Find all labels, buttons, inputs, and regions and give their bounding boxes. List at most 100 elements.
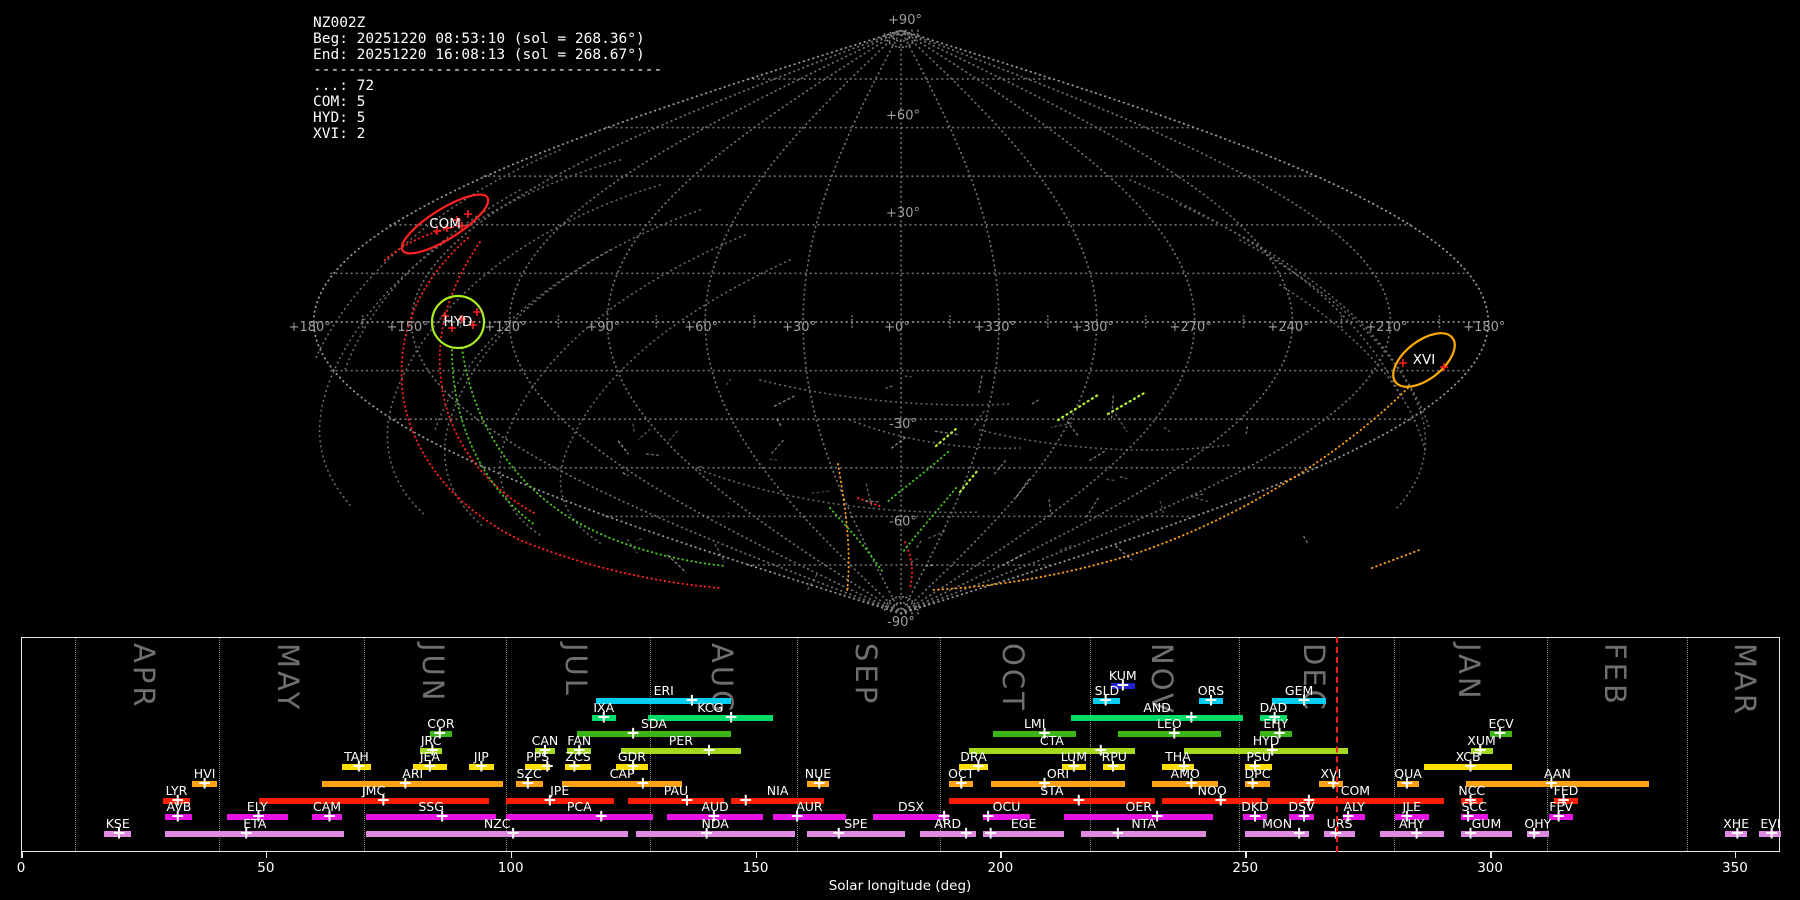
shower-label-ARD: ARD xyxy=(934,816,962,831)
month-label-oct: OCT xyxy=(996,643,1031,713)
shower-bar-PCA xyxy=(505,814,653,820)
shower-peak-ARI: + xyxy=(398,773,413,794)
x-axis-tick-label: 150 xyxy=(742,860,769,876)
month-label-may: MAY xyxy=(271,643,306,713)
month-boundary-line xyxy=(1238,638,1240,851)
shower-peak-SSG: + xyxy=(435,806,450,827)
shower-peak-TAH: + xyxy=(351,756,367,777)
shower-peak-PCA: + xyxy=(594,806,609,827)
shower-peak-AUR: + xyxy=(790,806,805,827)
shower-bar-NTA xyxy=(1081,831,1207,837)
shower-peak-RPU: + xyxy=(1105,756,1121,777)
shower-peak-GEM: + xyxy=(1296,690,1312,711)
shower-peak-XCB: + xyxy=(1463,756,1478,777)
shower-bar-ARI xyxy=(322,781,504,787)
shower-label-CTA: CTA xyxy=(1039,733,1064,748)
shower-peak-LEO: + xyxy=(1167,723,1182,744)
shower-peak-XVI: + xyxy=(1326,773,1341,794)
shower-label-MON: MON xyxy=(1262,816,1293,831)
month-label-jul: JUL xyxy=(559,643,594,698)
x-axis-tick-label: 200 xyxy=(987,860,1014,876)
shower-peak-STA: + xyxy=(1071,790,1086,811)
shower-peak-JPE: + xyxy=(542,790,557,811)
shower-bar-SPE xyxy=(806,831,905,837)
month-boundary-line xyxy=(363,638,365,851)
month-boundary-line xyxy=(1687,638,1689,851)
shower-bar-STA xyxy=(948,798,1155,804)
shower-peak-FEV: + xyxy=(1551,806,1566,827)
shower-peak-HVI: + xyxy=(197,773,212,794)
shower-label-AND: AND xyxy=(1143,700,1171,715)
x-axis-tick xyxy=(1245,852,1247,858)
x-axis-tick xyxy=(510,852,513,858)
shower-label-SDA: SDA xyxy=(640,716,667,731)
x-axis-tick-label: 300 xyxy=(1477,860,1503,876)
shower-peak-ETA: + xyxy=(239,823,254,844)
shower-peak-NOO: + xyxy=(1213,790,1228,811)
shower-label-PCA: PCA xyxy=(566,799,592,814)
shower-peak-EVI: + xyxy=(1764,823,1779,844)
shower-peak-DPC: + xyxy=(1245,773,1260,794)
shower-bar-SDA xyxy=(576,731,732,737)
shower-bar-ETA xyxy=(165,831,345,837)
x-axis-tick xyxy=(21,852,23,858)
shower-peak-SZC: + xyxy=(520,773,535,794)
month-label-jan: JAN xyxy=(1451,643,1486,702)
shower-label-CAP: CAP xyxy=(609,766,635,781)
shower-label-OCU: OCU xyxy=(992,799,1021,814)
shower-activity-timeline: Solar longitude (deg) APR MAY JUN JUL AUG SEP… xyxy=(0,0,1800,900)
shower-bar-JPE xyxy=(505,798,614,804)
shower-peak-KCG: + xyxy=(723,707,739,728)
month-boundary-line xyxy=(74,638,76,851)
shower-peak-PER: + xyxy=(701,740,717,761)
shower-peak-XHE: + xyxy=(1730,823,1745,844)
shower-peak-NDA: + xyxy=(699,823,714,844)
shower-peak-AVB: + xyxy=(170,806,185,827)
x-axis-tick-label: 350 xyxy=(1722,860,1748,876)
shower-label-ERI: ERI xyxy=(653,683,674,698)
shower-bar-NZC xyxy=(366,831,629,837)
shower-label-OER: OER xyxy=(1125,799,1152,814)
x-axis-tick xyxy=(265,852,268,858)
shower-peak-NUE: + xyxy=(812,773,827,794)
shower-peak-AHY: + xyxy=(1409,823,1424,844)
shower-label-NTA: NTA xyxy=(1131,816,1156,831)
shower-bar-NDA xyxy=(635,831,795,837)
shower-peak-ARD: + xyxy=(958,823,974,844)
month-label-feb: FEB xyxy=(1598,643,1633,707)
x-axis-tick xyxy=(1734,852,1737,858)
shower-label-NIA: NIA xyxy=(766,783,789,798)
shower-peak-ZCS: + xyxy=(567,756,582,777)
shower-peak-AND: + xyxy=(1184,707,1199,728)
x-axis-tick xyxy=(755,852,758,858)
shower-peak-MON: + xyxy=(1291,823,1307,844)
shower-peak-PPS: + xyxy=(540,756,555,777)
shower-label-EGE: EGE xyxy=(1010,816,1037,831)
x-axis-tick xyxy=(1000,852,1002,858)
shower-bar-SSG xyxy=(366,814,496,820)
shower-peak-KSE: + xyxy=(111,823,127,844)
x-axis-tick-label: 100 xyxy=(497,860,524,876)
month-label-mar: MAR xyxy=(1728,643,1763,718)
x-axis-tick-label: 50 xyxy=(257,860,275,876)
shower-peak-AMO: + xyxy=(1184,773,1199,794)
shower-peak-CAM: + xyxy=(322,806,337,827)
shower-peak-SPE: + xyxy=(831,823,846,844)
shower-label-KCG: KCG xyxy=(697,700,724,715)
current-sol-line xyxy=(1335,637,1338,852)
shower-peak-NIA: + xyxy=(738,790,753,811)
meteor-radiant-report: +90° -90° +60° +30° -30° -60° +180° +150° +120° +… xyxy=(0,0,1800,900)
month-label-jun: JUN xyxy=(415,643,450,704)
shower-peak-PAU: + xyxy=(679,790,695,811)
shower-bar-JMC xyxy=(258,798,489,804)
shower-peak-OCT: + xyxy=(954,773,969,794)
month-label-sep: SEP xyxy=(849,643,884,707)
shower-peak-OHY: + xyxy=(1527,823,1542,844)
shower-bar-AUR xyxy=(772,814,847,820)
month-label-apr: APR xyxy=(126,643,161,710)
shower-peak-DKD: + xyxy=(1247,806,1263,827)
shower-peak-GUM: + xyxy=(1463,823,1478,844)
shower-label-STA: STA xyxy=(1040,783,1064,798)
x-axis-title: Solar longitude (deg) xyxy=(828,878,972,894)
shower-peak-CAP: + xyxy=(635,773,651,794)
